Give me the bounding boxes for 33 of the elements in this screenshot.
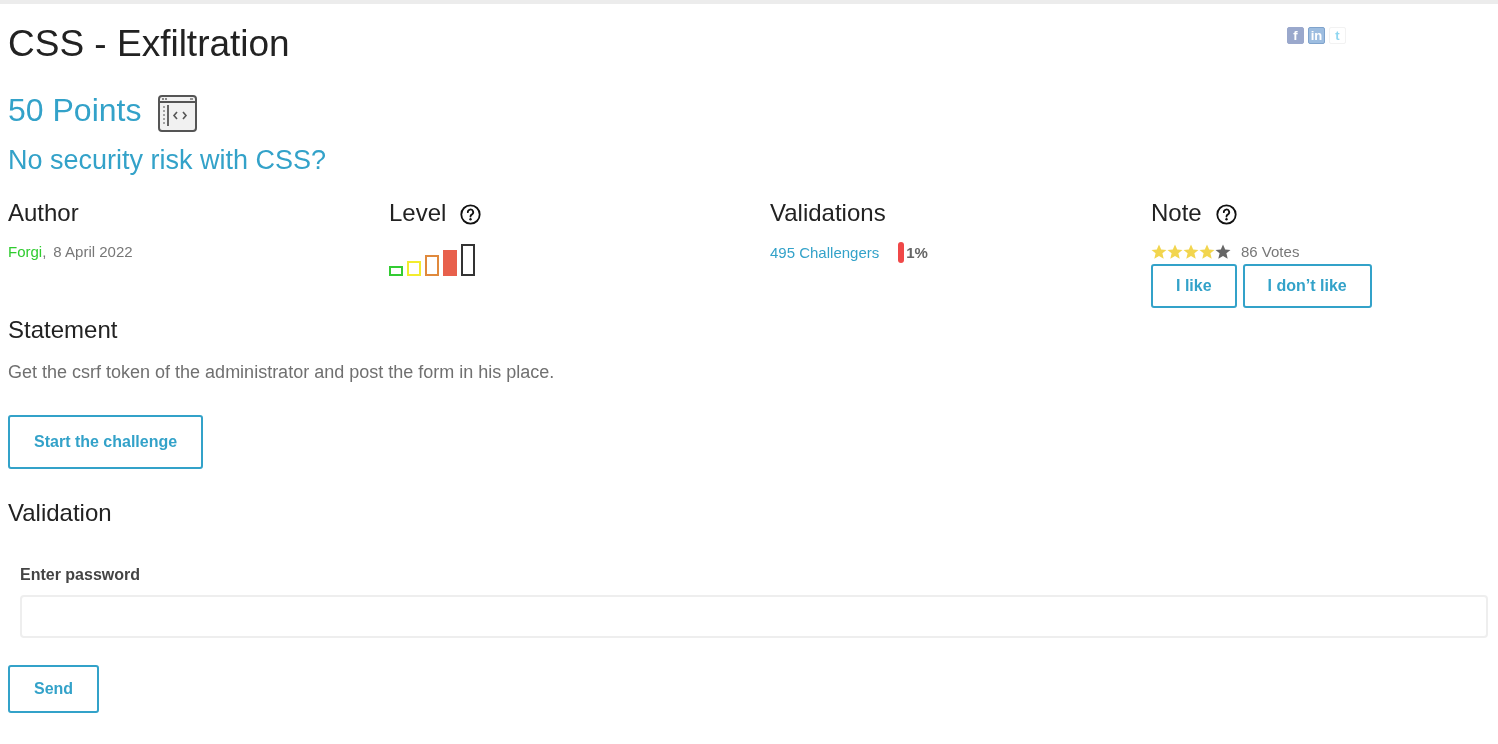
level-heading: Level [389,198,447,228]
star-icon [1199,244,1215,260]
validations-heading: Validations [770,198,886,228]
help-icon[interactable] [1215,204,1237,225]
star-icon [1167,244,1183,260]
share-link[interactable]: in [1308,27,1325,44]
share-link[interactable]: f [1287,27,1304,44]
like-button[interactable]: I like [1151,264,1237,308]
separator-text: , [42,242,47,262]
star-icon [1183,244,1199,260]
code-window-icon [158,94,198,132]
publish-date: 8 April 2022 [53,242,133,262]
help-icon[interactable] [460,204,482,225]
star-icon [1215,244,1231,260]
star-icon [1151,244,1167,260]
votes-count: 86 Votes [1241,242,1300,262]
challengers-link[interactable]: 495 Challengers [770,242,880,263]
percentage-bar-icon [898,242,905,263]
note-heading: Note [1151,198,1202,228]
success-rate: 1% [906,242,928,263]
send-button[interactable]: Send [8,665,100,713]
start-challenge-button[interactable]: Start the challenge [8,415,204,469]
author-link[interactable]: Forgi [8,242,43,262]
author-heading: Author [8,198,79,228]
statement-heading: Statement [8,315,118,345]
challenge-subtitle: No security risk with CSS? [8,144,328,177]
password-label: Enter password [20,565,142,585]
dislike-button[interactable]: I don’t like [1242,264,1372,308]
share-link[interactable]: t [1329,27,1346,44]
statement-text: Get the csrf token of the administrator and post the form in his place. [8,361,556,384]
points-label: 50 Points [8,91,142,130]
page-title: CSS - Exfiltration [8,22,290,66]
validation-heading: Validation [8,498,112,528]
